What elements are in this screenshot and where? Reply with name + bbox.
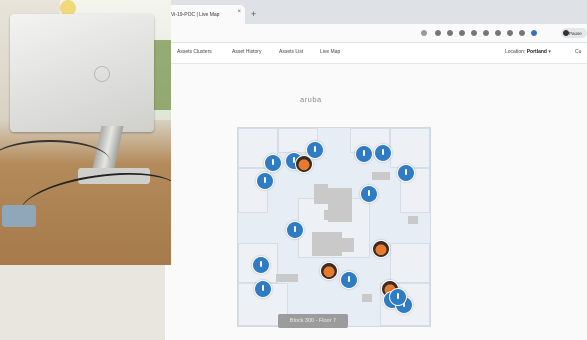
asset-marker[interactable] bbox=[397, 164, 415, 182]
nav-assets-clusters[interactable]: Assets Clusters bbox=[177, 49, 212, 55]
extension-icon[interactable] bbox=[459, 30, 465, 36]
asset-marker[interactable] bbox=[254, 280, 272, 298]
asset-marker[interactable] bbox=[264, 154, 282, 172]
extension-icon[interactable] bbox=[531, 30, 537, 36]
nav-assets-list[interactable]: Assets List bbox=[279, 49, 303, 55]
asset-marker[interactable] bbox=[252, 256, 270, 274]
extension-icon[interactable] bbox=[483, 30, 489, 36]
desk-device bbox=[2, 205, 36, 227]
extension-icon[interactable] bbox=[435, 30, 441, 36]
tab-title: Vi-19-POC | Live Map bbox=[171, 11, 220, 18]
furniture bbox=[408, 216, 418, 224]
profile-label: Pause bbox=[569, 30, 582, 36]
asset-marker[interactable] bbox=[374, 144, 392, 162]
furniture bbox=[324, 210, 340, 220]
asset-marker[interactable] bbox=[306, 141, 324, 159]
location-value: Portland bbox=[526, 49, 547, 55]
floor-plan[interactable] bbox=[237, 127, 431, 327]
furniture bbox=[314, 184, 328, 204]
furniture bbox=[342, 238, 354, 252]
browser-tab[interactable]: Vi-19-POC | Live Map × bbox=[165, 5, 245, 24]
person-marker[interactable] bbox=[320, 262, 338, 280]
toolbar: Pause bbox=[165, 24, 587, 43]
asset-marker[interactable] bbox=[256, 172, 274, 190]
star-icon[interactable] bbox=[421, 30, 427, 36]
location-label: Location: bbox=[505, 49, 526, 55]
extension-icon[interactable] bbox=[507, 30, 513, 36]
browser-screen: Vi-19-POC | Live Map × + Pause Assets Cl… bbox=[165, 0, 587, 340]
furniture bbox=[362, 294, 372, 302]
extension-icon[interactable] bbox=[471, 30, 477, 36]
room bbox=[390, 128, 430, 168]
furniture bbox=[312, 232, 342, 256]
nav-live-map[interactable]: Live Map bbox=[320, 49, 340, 55]
brand-logo: aruba bbox=[300, 95, 322, 104]
person-marker[interactable] bbox=[372, 240, 390, 258]
location-selector[interactable]: Location: Portland ▾ bbox=[505, 49, 551, 55]
avatar bbox=[563, 30, 569, 36]
furniture bbox=[372, 172, 390, 180]
desk-photo bbox=[0, 0, 171, 265]
asset-marker[interactable] bbox=[360, 185, 378, 203]
new-tab-icon[interactable]: + bbox=[251, 9, 256, 19]
furniture bbox=[276, 274, 298, 282]
asset-marker[interactable] bbox=[389, 288, 407, 306]
nav-asset-history[interactable]: Asset History bbox=[232, 49, 261, 55]
room bbox=[390, 243, 430, 283]
app-nav: Assets Clusters Asset History Assets Lis… bbox=[165, 43, 587, 64]
monitor-logo-icon bbox=[94, 66, 110, 82]
nav-item-cut[interactable]: Cu bbox=[575, 49, 581, 55]
extension-icon[interactable] bbox=[519, 30, 525, 36]
close-icon[interactable]: × bbox=[237, 9, 241, 15]
asset-marker[interactable] bbox=[355, 145, 373, 163]
monitor-back bbox=[10, 14, 154, 132]
tab-strip: Vi-19-POC | Live Map × + bbox=[165, 0, 587, 24]
profile-button[interactable]: Pause bbox=[561, 28, 587, 38]
chevron-down-icon: ▾ bbox=[548, 49, 551, 55]
extension-icon[interactable] bbox=[495, 30, 501, 36]
floor-label[interactable]: Block 300 - Floor 7 bbox=[278, 314, 348, 328]
asset-marker[interactable] bbox=[286, 221, 304, 239]
extension-icon[interactable] bbox=[447, 30, 453, 36]
asset-marker[interactable] bbox=[340, 271, 358, 289]
